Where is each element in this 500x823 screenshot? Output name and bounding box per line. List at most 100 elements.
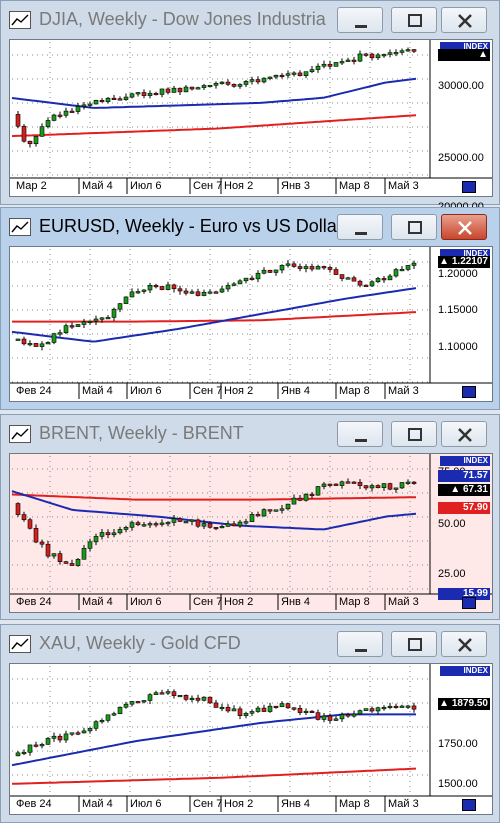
candle-bull bbox=[393, 487, 399, 490]
candle-bull bbox=[27, 343, 33, 346]
x-tick-label: Июл 6 bbox=[130, 596, 162, 608]
price-chart[interactable]: INDEX30000.0025000.0020000.00▲ 34308.00М… bbox=[9, 39, 493, 213]
candle-bull bbox=[237, 521, 243, 527]
x-tick-label: Сен 7 bbox=[193, 385, 223, 397]
candle-bull bbox=[81, 321, 87, 325]
chart-window-brent[interactable]: BRENT, Weekly - BRENT INDEX75.0050.0025.… bbox=[0, 414, 500, 620]
candle-bull bbox=[339, 714, 345, 720]
candle-bull bbox=[219, 81, 225, 84]
maximize-button[interactable] bbox=[391, 214, 437, 240]
maximize-icon bbox=[408, 221, 422, 234]
candle-bear bbox=[171, 691, 177, 696]
candle-bear bbox=[27, 140, 33, 145]
close-icon bbox=[458, 14, 472, 28]
candle-bull bbox=[387, 705, 393, 709]
candle-bull bbox=[129, 701, 135, 705]
candle-bear bbox=[297, 266, 303, 269]
candle-bull bbox=[51, 333, 57, 343]
close-button[interactable] bbox=[441, 214, 487, 240]
x-tick-label: Май 4 bbox=[82, 596, 113, 608]
candle-bear bbox=[267, 269, 273, 273]
candle-bull bbox=[387, 52, 393, 55]
price-chart[interactable]: INDEX 1.20000 1.15000 1.10000 ▲ 1.22107 Фев 2… bbox=[9, 246, 493, 402]
candle-bear bbox=[345, 481, 351, 484]
titlebar[interactable]: XAU, Weekly - Gold CFD bbox=[1, 625, 499, 663]
plot-area bbox=[10, 40, 492, 194]
candle-bull bbox=[309, 69, 315, 72]
scroll-to-end-icon[interactable] bbox=[462, 386, 476, 398]
chart-app-icon bbox=[9, 218, 31, 236]
candle-bull bbox=[291, 72, 297, 75]
x-tick-label: Май 3 bbox=[388, 180, 419, 192]
minimize-button[interactable] bbox=[337, 214, 383, 240]
y-tick-label: 1.10000 bbox=[438, 341, 478, 353]
price-chart[interactable]: INDEX2000.001750.001500.00▲ 1879.50Фев 2… bbox=[9, 663, 493, 815]
candle-bull bbox=[339, 61, 345, 64]
candle-bull bbox=[177, 695, 183, 698]
plot-area bbox=[10, 454, 492, 610]
scroll-to-end-icon[interactable] bbox=[462, 799, 476, 811]
candle-bear bbox=[15, 503, 21, 515]
close-button[interactable] bbox=[441, 7, 487, 33]
chart-window-xau[interactable]: XAU, Weekly - Gold CFD INDEX2000.001750.… bbox=[0, 624, 500, 823]
y-tick-label: 25000.00 bbox=[438, 152, 484, 164]
minimize-button[interactable] bbox=[337, 421, 383, 447]
close-button[interactable] bbox=[441, 631, 487, 657]
x-tick-label: Мар 8 bbox=[339, 798, 370, 810]
candle-bull bbox=[75, 324, 81, 327]
candle-bull bbox=[291, 497, 297, 505]
x-tick-label: Сен 7 bbox=[193, 180, 223, 192]
candle-bull bbox=[237, 280, 243, 285]
candle-bull bbox=[285, 263, 291, 266]
x-tick-label: Ноя 2 bbox=[224, 798, 254, 810]
candle-bear bbox=[177, 87, 183, 93]
candle-bear bbox=[111, 97, 117, 101]
candle-bull bbox=[357, 53, 363, 62]
candle-bull bbox=[141, 289, 147, 292]
price-chart[interactable]: INDEX75.0050.0025.0071.5757.9015.99▲ 67.… bbox=[9, 453, 493, 613]
candle-bear bbox=[15, 114, 21, 127]
close-button[interactable] bbox=[441, 421, 487, 447]
candle-bull bbox=[171, 518, 177, 523]
candle-bear bbox=[105, 532, 111, 536]
candle-bear bbox=[177, 518, 183, 522]
candle-bear bbox=[327, 63, 333, 67]
candle-bear bbox=[195, 697, 201, 701]
scroll-to-end-icon[interactable] bbox=[462, 597, 476, 609]
candle-bull bbox=[63, 733, 69, 741]
candle-bear bbox=[213, 291, 219, 294]
titlebar[interactable]: EURUSD, Weekly - Euro vs US Dollar bbox=[1, 208, 499, 246]
candle-bull bbox=[87, 103, 93, 106]
titlebar[interactable]: DJIA, Weekly - Dow Jones Industria bbox=[1, 1, 499, 39]
candle-bull bbox=[123, 526, 129, 530]
candle-bull bbox=[303, 71, 309, 76]
maximize-icon bbox=[408, 14, 422, 27]
candle-bull bbox=[201, 696, 207, 701]
candle-bull bbox=[87, 541, 93, 549]
candle-bear bbox=[363, 284, 369, 287]
maximize-button[interactable] bbox=[391, 7, 437, 33]
maximize-button[interactable] bbox=[391, 631, 437, 657]
candle-bull bbox=[213, 82, 219, 86]
chart-window-eurusd[interactable]: EURUSD, Weekly - Euro vs US Dollar INDEX… bbox=[0, 207, 500, 410]
index-label: INDEX bbox=[440, 456, 490, 466]
candle-bull bbox=[267, 705, 273, 712]
minimize-button[interactable] bbox=[337, 7, 383, 33]
x-tick-label: Янв 4 bbox=[281, 385, 311, 397]
x-tick-label: Янв 4 bbox=[281, 798, 311, 810]
scroll-to-end-icon[interactable] bbox=[462, 181, 476, 193]
titlebar[interactable]: BRENT, Weekly - BRENT bbox=[1, 415, 499, 453]
candle-bull bbox=[399, 482, 405, 489]
candle-bull bbox=[219, 526, 225, 529]
candle-bull bbox=[105, 97, 111, 103]
x-tick-label: Май 4 bbox=[82, 180, 113, 192]
candle-bull bbox=[45, 738, 51, 745]
x-tick-label: Май 4 bbox=[82, 798, 113, 810]
candle-bull bbox=[405, 265, 411, 270]
maximize-button[interactable] bbox=[391, 421, 437, 447]
candle-bull bbox=[87, 728, 93, 732]
window-title: DJIA, Weekly - Dow Jones Industria bbox=[39, 9, 326, 29]
minimize-button[interactable] bbox=[337, 631, 383, 657]
candle-bear bbox=[369, 53, 375, 59]
chart-window-djia[interactable]: DJIA, Weekly - Dow Jones Industria INDEX… bbox=[0, 0, 500, 213]
